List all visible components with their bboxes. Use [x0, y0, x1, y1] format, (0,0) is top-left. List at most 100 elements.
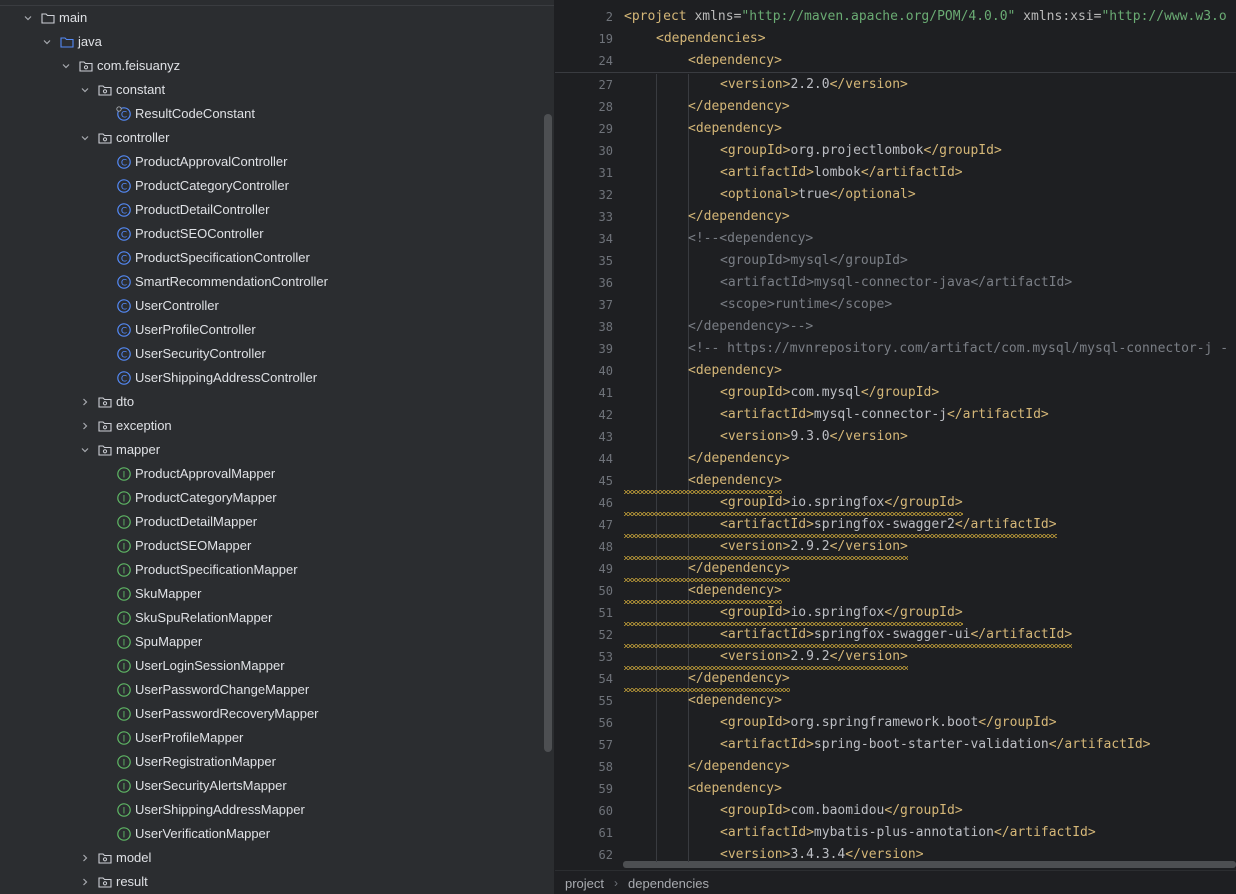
code-line[interactable]: 44 </dependency>: [555, 448, 1236, 470]
tree-folder-item[interactable]: mapper: [0, 438, 554, 462]
breadcrumb-item[interactable]: project: [555, 876, 614, 891]
tree-file-item[interactable]: C ProductSpecificationController: [0, 246, 554, 270]
tree-vertical-scrollbar[interactable]: [544, 114, 552, 752]
chevron-down-icon[interactable]: [79, 132, 91, 144]
tree-folder-item[interactable]: model: [0, 846, 554, 870]
code-line[interactable]: 2 <project xmlns="http://maven.apache.org…: [555, 6, 1236, 28]
code-token: xmlns:xsi=: [1015, 9, 1102, 24]
tree-file-item[interactable]: I UserSecurityAlertsMapper: [0, 774, 554, 798]
tree-folder-item[interactable]: dto: [0, 390, 554, 414]
tree-folder-item[interactable]: constant: [0, 78, 554, 102]
tree-file-item[interactable]: I UserShippingAddressMapper: [0, 798, 554, 822]
tree-file-item[interactable]: I ProductSEOMapper: [0, 534, 554, 558]
code-editor[interactable]: 2 <project xmlns="http://maven.apache.org…: [555, 0, 1236, 868]
sticky-scroll-header[interactable]: 2 <project xmlns="http://maven.apache.org…: [555, 6, 1236, 73]
tree-file-item[interactable]: I UserPasswordChangeMapper: [0, 678, 554, 702]
tree-file-item[interactable]: I UserLoginSessionMapper: [0, 654, 554, 678]
tree-folder-item[interactable]: main: [0, 6, 554, 30]
code-line[interactable]: 29 <dependency>: [555, 118, 1236, 140]
tree-file-item[interactable]: C SmartRecommendationController: [0, 270, 554, 294]
code-line[interactable]: 57 <artifactId>spring-boot-starter-valida…: [555, 734, 1236, 756]
code-line[interactable]: 56 <groupId>org.springframework.boot</gro…: [555, 712, 1236, 734]
chevron-right-icon[interactable]: [79, 876, 91, 888]
code-line[interactable]: 52 <artifactId>springfox-swagger-ui</arti…: [555, 624, 1236, 648]
tree-file-item[interactable]: C UserProfileController: [0, 318, 554, 342]
code-line[interactable]: 60 <groupId>com.baomidou</groupId>: [555, 800, 1236, 822]
code-line[interactable]: 37 <scope>runtime</scope>: [555, 294, 1236, 316]
tree-folder-item[interactable]: com.feisuanyz: [0, 54, 554, 78]
interface-icon: I: [116, 826, 132, 842]
code-line[interactable]: 28 </dependency>: [555, 96, 1236, 118]
code-line[interactable]: 41 <groupId>com.mysql</groupId>: [555, 382, 1236, 404]
tree-file-item[interactable]: I ProductDetailMapper: [0, 510, 554, 534]
code-line[interactable]: 62 <version>3.4.3.4</version>: [555, 844, 1236, 866]
tree-file-item[interactable]: C ProductCategoryController: [0, 174, 554, 198]
tree-folder-item[interactable]: exception: [0, 414, 554, 438]
code-line[interactable]: 43 <version>9.3.0</version>: [555, 426, 1236, 448]
tree-file-item[interactable]: I SkuMapper: [0, 582, 554, 606]
svg-text:I: I: [123, 782, 126, 792]
chevron-down-icon[interactable]: [60, 60, 72, 72]
tree-file-item[interactable]: I UserProfileMapper: [0, 726, 554, 750]
code-line[interactable]: 50 <dependency>: [555, 580, 1236, 604]
code-line[interactable]: 47 <artifactId>springfox-swagger2</artifa…: [555, 514, 1236, 538]
code-line[interactable]: 39 <!-- https://mvnrepository.com/artifac…: [555, 338, 1236, 360]
tree-file-item[interactable]: C ProductApprovalController: [0, 150, 554, 174]
tree-file-item[interactable]: I ProductCategoryMapper: [0, 486, 554, 510]
code-line[interactable]: 40 <dependency>: [555, 360, 1236, 382]
tree-file-item[interactable]: C ProductDetailController: [0, 198, 554, 222]
code-line[interactable]: 30 <groupId>org.projectlombok</groupId>: [555, 140, 1236, 162]
code-line[interactable]: 38 </dependency>-->: [555, 316, 1236, 338]
tree-file-item[interactable]: C UserSecurityController: [0, 342, 554, 366]
code-line[interactable]: 35 <groupId>mysql</groupId>: [555, 250, 1236, 272]
chevron-down-icon[interactable]: [79, 84, 91, 96]
breadcrumb-item[interactable]: dependencies: [618, 876, 719, 891]
code-line[interactable]: 55 <dependency>: [555, 690, 1236, 712]
tree-folder-item[interactable]: java: [0, 30, 554, 54]
code-line[interactable]: 33 </dependency>: [555, 206, 1236, 228]
interface-icon: I: [116, 802, 132, 818]
code-token: true: [798, 187, 830, 202]
chevron-down-icon[interactable]: [22, 12, 34, 24]
code-line[interactable]: 59 <dependency>: [555, 778, 1236, 800]
tree-file-item[interactable]: I UserRegistrationMapper: [0, 750, 554, 774]
tree-file-item[interactable]: I SkuSpuRelationMapper: [0, 606, 554, 630]
tree-file-item[interactable]: I ProductSpecificationMapper: [0, 558, 554, 582]
code-line[interactable]: 24 <dependency>: [555, 50, 1236, 72]
tree-item-label: ProductSEOController: [135, 226, 264, 241]
code-line[interactable]: 49 </dependency>: [555, 558, 1236, 582]
tree-file-item[interactable]: I ProductApprovalMapper: [0, 462, 554, 486]
code-line[interactable]: 54 </dependency>: [555, 668, 1236, 692]
tree-folder-item[interactable]: controller: [0, 126, 554, 150]
code-line[interactable]: 36 <artifactId>mysql-connector-java</arti…: [555, 272, 1236, 294]
code-line[interactable]: 61 <artifactId>mybatis-plus-annotation</a…: [555, 822, 1236, 844]
tree-file-item[interactable]: I UserVerificationMapper: [0, 822, 554, 846]
chevron-right-icon[interactable]: [79, 420, 91, 432]
code-line[interactable]: 27 <version>2.2.0</version>: [555, 74, 1236, 96]
code-line[interactable]: 42 <artifactId>mysql-connector-j</artifac…: [555, 404, 1236, 426]
code-line[interactable]: 46 <groupId>io.springfox</groupId>: [555, 492, 1236, 516]
class-icon: C: [116, 274, 132, 290]
tree-file-item[interactable]: C UserShippingAddressController: [0, 366, 554, 390]
tree-file-item[interactable]: C UserController: [0, 294, 554, 318]
tree-file-item[interactable]: C ProductSEOController: [0, 222, 554, 246]
code-line[interactable]: 19 <dependencies>: [555, 28, 1236, 50]
tree-item-label: controller: [116, 130, 170, 145]
tree-file-item[interactable]: I SpuMapper: [0, 630, 554, 654]
tree-file-item[interactable]: C ResultCodeConstant: [0, 102, 554, 126]
chevron-down-icon[interactable]: [79, 444, 91, 456]
code-line[interactable]: 53 <version>2.9.2</version>: [555, 646, 1236, 670]
chevron-right-icon[interactable]: [79, 396, 91, 408]
code-line[interactable]: 32 <optional>true</optional>: [555, 184, 1236, 206]
tree-folder-item[interactable]: result: [0, 870, 554, 894]
code-line[interactable]: 31 <artifactId>lombok</artifactId>: [555, 162, 1236, 184]
tree-file-item[interactable]: I UserPasswordRecoveryMapper: [0, 702, 554, 726]
code-line[interactable]: 51 <groupId>io.springfox</groupId>: [555, 602, 1236, 626]
code-line[interactable]: 48 <version>2.9.2</version>: [555, 536, 1236, 560]
code-line[interactable]: 45 <dependency>: [555, 470, 1236, 494]
code-line[interactable]: 58 </dependency>: [555, 756, 1236, 778]
chevron-right-icon[interactable]: [79, 852, 91, 864]
chevron-down-icon[interactable]: [41, 36, 53, 48]
code-line[interactable]: 34 <!--<dependency>: [555, 228, 1236, 250]
